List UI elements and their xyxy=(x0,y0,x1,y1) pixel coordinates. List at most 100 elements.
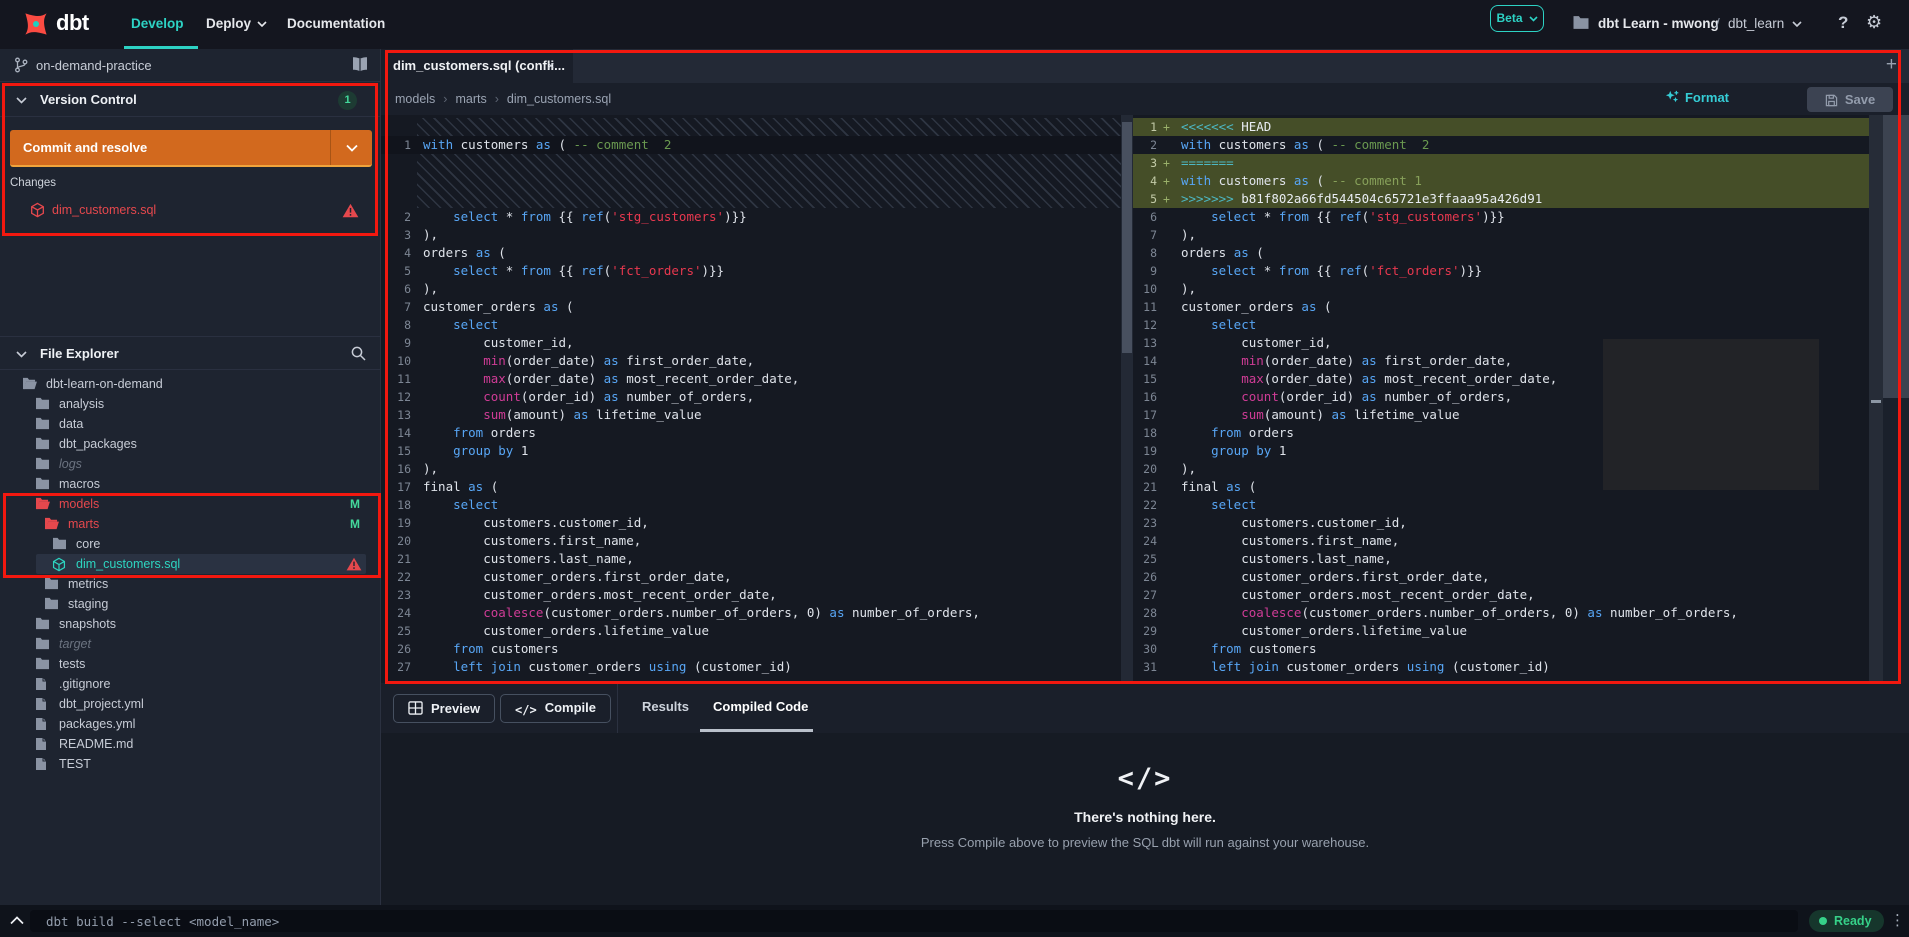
file-explorer-header[interactable]: File Explorer xyxy=(0,336,380,370)
gear-icon[interactable]: ⚙ xyxy=(1866,12,1882,33)
blank-overlay xyxy=(1603,339,1819,490)
tree-item-target[interactable]: target xyxy=(0,634,380,654)
warning-icon xyxy=(342,203,359,218)
deleted-lines-hatch xyxy=(417,118,1121,136)
command-bar: dbt build --select <model_name> Ready ⋮ xyxy=(0,905,1909,937)
tree-item-dbt_packages[interactable]: dbt_packages xyxy=(0,434,380,454)
code-line: 9 customer_id, xyxy=(404,335,574,350)
folder-icon xyxy=(52,537,67,553)
code-line: 11 max(order_date) as most_recent_order_… xyxy=(397,371,800,386)
code-line: 7), xyxy=(1150,227,1197,242)
folder-icon xyxy=(44,597,59,613)
deleted-lines-hatch xyxy=(417,154,1121,208)
file-tree: dbt-learn-on-demand analysis data dbt_packa… xyxy=(0,374,380,774)
dbt-logo-icon[interactable] xyxy=(20,8,52,40)
code-line: 3), xyxy=(404,227,439,242)
changed-file-row[interactable]: dim_customers.sql xyxy=(0,199,380,222)
tree-item-logs[interactable]: logs xyxy=(0,454,380,474)
breadcrumb-models[interactable]: models xyxy=(395,92,435,106)
overflow-menu-icon[interactable]: ⋮ xyxy=(1890,911,1905,929)
active-tab-underline xyxy=(700,729,813,732)
tree-item-macros[interactable]: macros xyxy=(0,474,380,494)
changes-count-badge: 1 xyxy=(338,91,357,110)
folder-icon xyxy=(35,637,50,653)
project-name: dbt Learn - mwong xyxy=(1598,16,1719,31)
editor-toolbar: models › marts › dim_customers.sql Format Sa… xyxy=(381,83,1909,115)
tree-item-.gitignore[interactable]: .gitignore xyxy=(0,674,380,694)
breadcrumb-marts[interactable]: marts xyxy=(455,92,486,106)
beta-button[interactable]: Beta xyxy=(1490,5,1544,32)
code-line: 8 orders as ( xyxy=(1150,245,1264,260)
format-button[interactable]: Format xyxy=(1665,90,1729,105)
tree-item-packages.yml[interactable]: packages.yml xyxy=(0,714,380,734)
scrollbar-thumb[interactable] xyxy=(1883,115,1909,398)
logo-text[interactable]: dbt xyxy=(56,10,89,36)
code-line: 19 customers.customer_id, xyxy=(397,515,649,530)
commit-dropdown-toggle[interactable] xyxy=(330,130,372,165)
tree-item-staging[interactable]: staging xyxy=(0,594,380,614)
tree-item-tests[interactable]: tests xyxy=(0,654,380,674)
file-icon xyxy=(35,757,47,774)
empty-state-subtitle: Press Compile above to preview the SQL d… xyxy=(920,835,1370,850)
pane-divider[interactable] xyxy=(1121,115,1133,683)
folder-open-icon xyxy=(22,377,37,393)
tab-dim-customers[interactable]: dim_customers.sql (confli... × xyxy=(381,49,573,83)
folder-open-icon xyxy=(35,497,50,513)
tree-item-TEST[interactable]: TEST xyxy=(0,754,380,774)
version-control-header[interactable]: Version Control 1 xyxy=(0,83,380,117)
folder-icon xyxy=(35,457,50,473)
new-tab-icon[interactable]: + xyxy=(1886,54,1897,76)
tree-item-metrics[interactable]: metrics xyxy=(0,574,380,594)
code-line: 26 customer_orders.first_order_date, xyxy=(1143,569,1490,584)
tree-item-models[interactable]: models M xyxy=(0,494,380,514)
commit-and-resolve-button[interactable]: Commit and resolve xyxy=(10,130,372,167)
tree-item-README.md[interactable]: README.md xyxy=(0,734,380,754)
tree-item-snapshots[interactable]: snapshots xyxy=(0,614,380,634)
docs-book-icon[interactable] xyxy=(350,56,370,73)
current-code-pane[interactable]: 1 with customers as ( -- comment 2 2 selec… xyxy=(381,115,1121,683)
code-line: 1 with customers as ( -- comment 2 xyxy=(381,136,1121,154)
code-line: 14 from orders xyxy=(397,425,536,440)
tab-results[interactable]: Results xyxy=(642,699,689,714)
top-navbar: dbt Develop Deploy Documentation Beta db… xyxy=(0,0,1909,49)
tree-item-analysis[interactable]: analysis xyxy=(0,394,380,414)
branch-row[interactable]: on-demand-practice xyxy=(0,49,380,82)
results-area: </> There's nothing here. Press Compile … xyxy=(381,733,1909,905)
chevron-up-icon[interactable] xyxy=(10,916,24,925)
file-icon xyxy=(35,677,47,694)
nav-documentation[interactable]: Documentation xyxy=(287,16,385,31)
code-line: 3 + ======= xyxy=(1133,154,1869,172)
preview-button[interactable]: Preview xyxy=(393,694,496,723)
breadcrumb-file[interactable]: dim_customers.sql xyxy=(507,92,611,106)
code-line: 25 customer_orders.lifetime_value xyxy=(397,623,709,638)
folder-open-icon xyxy=(44,517,59,533)
code-line: 16), xyxy=(397,461,439,476)
help-icon[interactable]: ? xyxy=(1838,13,1848,33)
tree-item-dbt-learn-on-demand[interactable]: dbt-learn-on-demand xyxy=(0,374,380,394)
tree-item-core[interactable]: core xyxy=(0,534,380,554)
search-icon[interactable] xyxy=(350,345,367,362)
code-line: 5 + >>>>>>> b81f802a66fd544504c65721e3ffaa… xyxy=(1133,190,1869,208)
pane-scrollbar-thumb[interactable] xyxy=(1122,122,1132,353)
folder-icon xyxy=(35,657,50,673)
tree-item-data[interactable]: data xyxy=(0,414,380,434)
code-line: 22 select xyxy=(1143,497,1257,512)
code-line: 24 coalesce(customer_orders.number_of_or… xyxy=(397,605,980,620)
tree-item-dim_customers.sql[interactable]: dim_customers.sql xyxy=(0,554,380,574)
floppy-icon xyxy=(1825,94,1838,107)
command-input[interactable]: dbt build --select <model_name> xyxy=(30,910,1798,932)
nav-develop[interactable]: Develop xyxy=(131,16,184,31)
tab-compiled-code[interactable]: Compiled Code xyxy=(713,699,808,714)
tree-item-marts[interactable]: marts M xyxy=(0,514,380,534)
close-tab-icon[interactable]: × xyxy=(547,58,555,73)
tree-item-dbt_project.yml[interactable]: dbt_project.yml xyxy=(0,694,380,714)
environment-selector[interactable]: dbt_learn xyxy=(1728,16,1802,31)
editor-scrollbar[interactable] xyxy=(1869,115,1909,683)
code-line: 15 group by 1 xyxy=(397,443,529,458)
status-badge[interactable]: Ready xyxy=(1809,910,1884,932)
save-button[interactable]: Save xyxy=(1807,87,1893,112)
changed-file-name: dim_customers.sql xyxy=(52,203,157,217)
compile-button[interactable]: </> Compile xyxy=(500,694,611,723)
editor-tabbar: dim_customers.sql (confli... × + xyxy=(381,49,1909,83)
nav-deploy[interactable]: Deploy xyxy=(206,16,267,31)
